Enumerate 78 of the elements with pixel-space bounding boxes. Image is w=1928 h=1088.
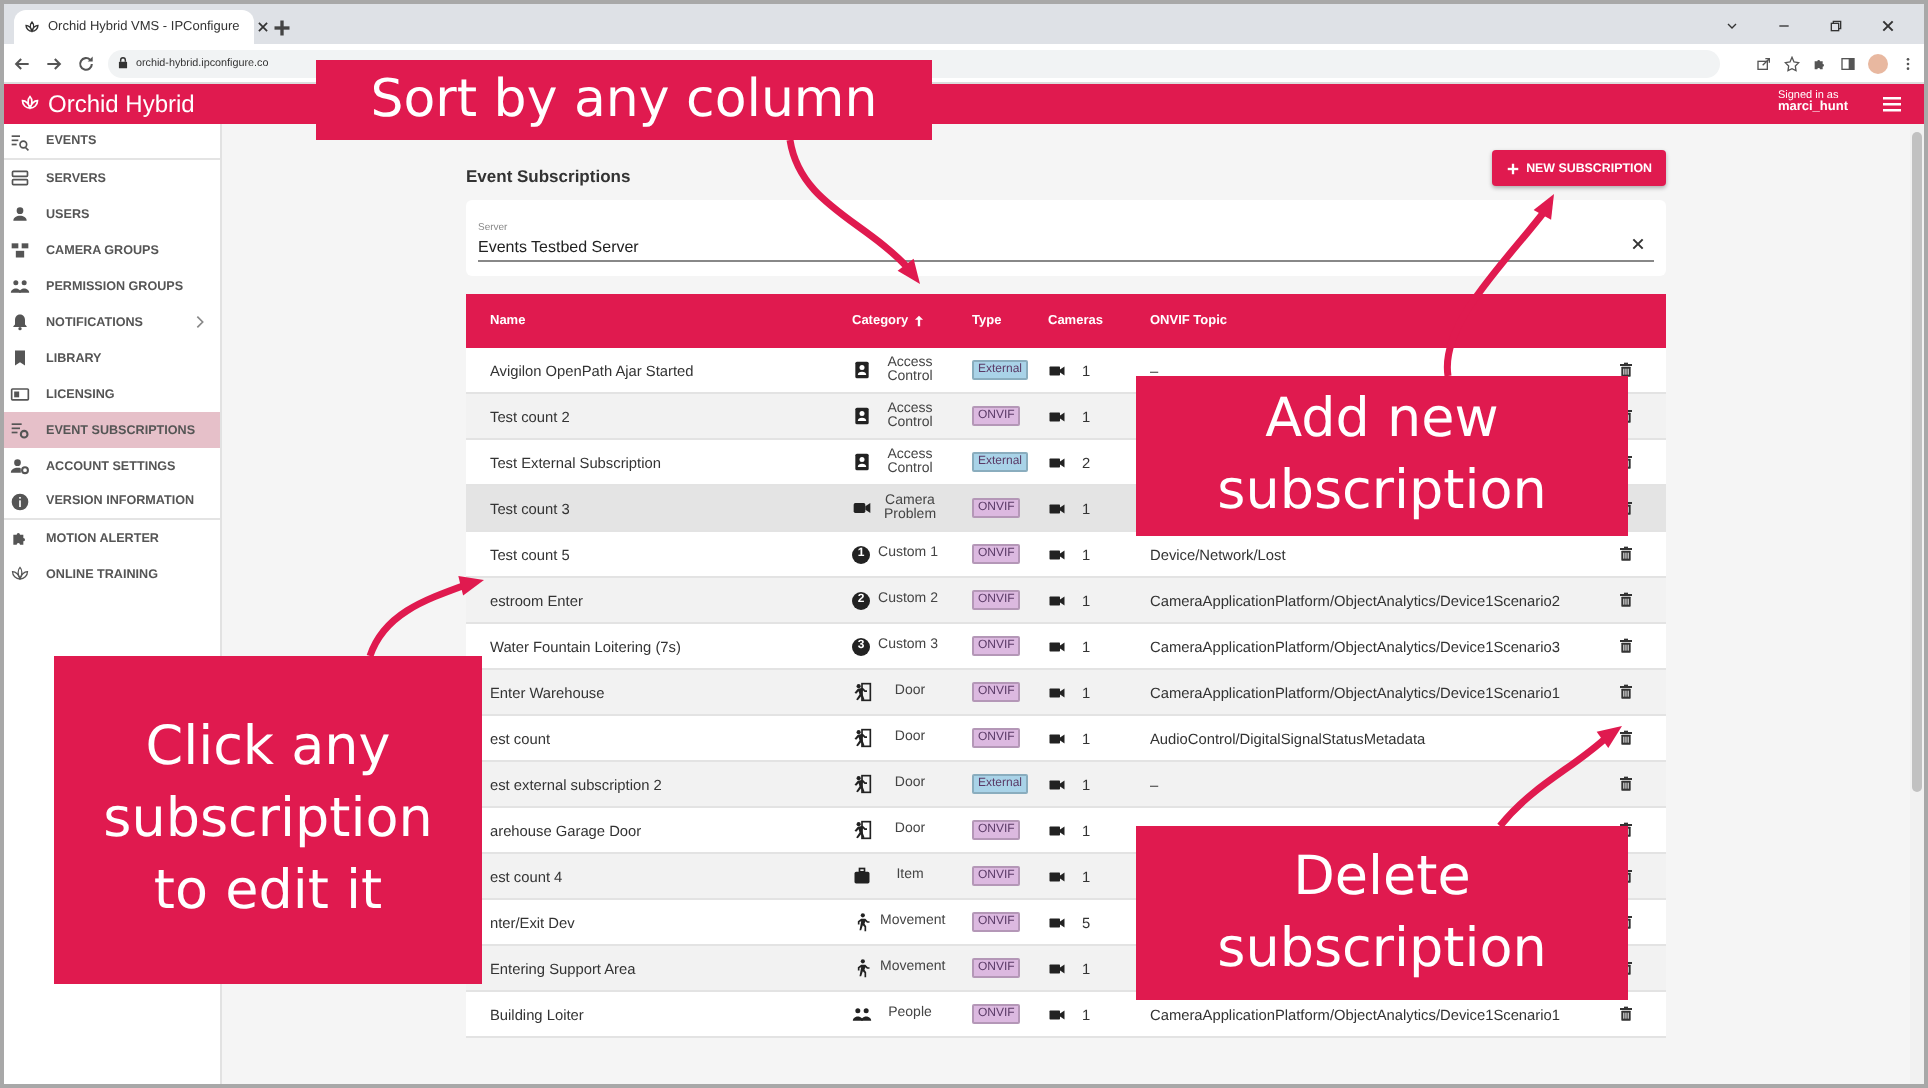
video-camera-icon [1048,821,1066,839]
exit-door-icon [852,774,872,794]
puzzle-icon [10,528,30,548]
trash-icon[interactable] [1618,592,1634,608]
forward-icon[interactable] [44,53,64,73]
server-icon [10,168,30,188]
close-icon[interactable] [1880,18,1896,34]
walking-person-icon [852,912,872,932]
id-badge-icon [852,360,872,380]
app-title: Orchid Hybrid [48,90,195,118]
list-search-icon [10,131,30,151]
field-value: Events Testbed Server [478,238,641,256]
trash-icon[interactable] [1618,362,1634,378]
video-camera-icon [1048,729,1066,747]
new-tab-icon[interactable] [272,18,292,38]
info-icon [10,491,30,511]
video-camera-icon [852,498,872,518]
video-camera-icon [1048,913,1066,931]
id-badge-icon [852,406,872,426]
chevron-icon [192,314,208,330]
clear-icon[interactable] [1630,236,1646,252]
video-camera-icon [1048,637,1066,655]
side-panel-icon[interactable] [1840,55,1856,71]
video-camera-icon [1048,361,1066,379]
share-icon[interactable] [1756,55,1772,71]
id-badge-icon [852,452,872,472]
people-icon [10,276,30,296]
tab-search-icon[interactable] [1724,18,1740,34]
video-camera-icon [1048,545,1066,563]
video-camera-icon [1048,407,1066,425]
menu-icon[interactable] [1880,92,1904,116]
trash-icon[interactable] [1618,1006,1634,1022]
camera-group-icon [10,240,30,260]
exit-door-icon [852,682,872,702]
favicon-icon [24,19,40,35]
plus-icon [1506,161,1521,175]
restore-icon[interactable] [1828,18,1844,34]
people-icon [852,1004,872,1024]
video-camera-icon [1048,959,1066,977]
callout-tooltip: Add new subscription [1136,376,1628,536]
page-title: Event Subscriptions [466,166,631,186]
callout-arrow [1497,726,1622,829]
lotus-icon [10,564,30,584]
star-icon[interactable] [1784,55,1800,71]
trash-icon[interactable] [1618,684,1634,700]
extensions-icon[interactable] [1812,55,1828,71]
callout-tooltip: Sort by any column [316,60,932,140]
video-camera-icon [1048,591,1066,609]
callout-arrow [366,576,484,658]
person-icon [10,204,30,224]
back-icon[interactable] [12,53,32,73]
logo-icon [20,94,40,114]
exit-door-icon [852,820,872,840]
callout-tooltip: Click any subscription to edit it [54,656,482,984]
bell-icon [10,312,30,332]
video-camera-icon [1048,499,1066,517]
walking-person-icon [852,958,872,978]
tab-close-icon[interactable] [255,20,270,34]
video-camera-icon [1048,867,1066,885]
suitcase-icon [852,866,872,886]
lock-icon [116,56,130,70]
trash-icon[interactable] [1618,546,1634,562]
video-camera-icon [1048,683,1066,701]
trash-icon[interactable] [1618,730,1634,746]
card-icon [10,384,30,404]
trash-icon[interactable] [1618,638,1634,654]
callout-tooltip: Delete subscription [1136,826,1628,1000]
scrollbar-thumb[interactable] [1912,132,1922,792]
exit-door-icon [852,728,872,748]
bookmark-icon [10,348,30,368]
trash-icon[interactable] [1618,776,1634,792]
video-camera-icon [1048,1005,1066,1023]
video-camera-icon [1048,453,1066,471]
reload-icon[interactable] [76,53,96,73]
scrollbar[interactable] [1910,124,1924,1084]
list-gear-icon [10,420,30,440]
video-camera-icon [1048,775,1066,793]
person-gear-icon [10,456,30,476]
